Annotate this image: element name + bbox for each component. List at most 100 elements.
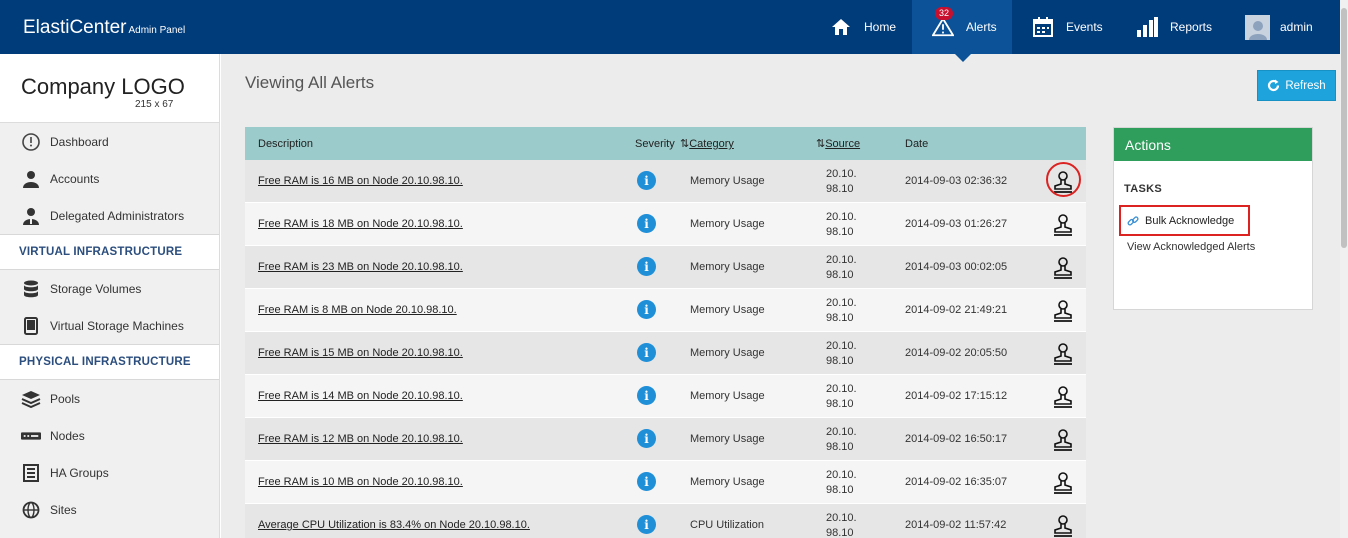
database-icon — [21, 279, 41, 299]
link-icon — [1127, 215, 1139, 227]
bulk-acknowledge-link[interactable]: Bulk Acknowledge — [1119, 205, 1250, 236]
scrollbar-thumb[interactable] — [1341, 8, 1347, 248]
acknowledge-stamp-icon[interactable] — [1051, 471, 1075, 495]
refresh-icon — [1267, 79, 1280, 92]
table-row: Free RAM is 16 MB on Node 20.10.98.10. i M… — [245, 160, 1086, 203]
col-date: Date — [905, 137, 929, 150]
actions-panel: Actions TASKS Bulk Acknowledge View Ackn… — [1113, 127, 1313, 310]
nav-reports[interactable]: Reports — [1136, 0, 1226, 54]
sidebar-item-sites[interactable]: Sites — [0, 491, 219, 528]
sort-icon: ⇅ — [816, 138, 826, 150]
alert-source: 20.10.98.10 — [826, 383, 857, 410]
table-row: Free RAM is 14 MB on Node 20.10.98.10. i M… — [245, 375, 1086, 418]
sidebar-item-delegated-administrators[interactable]: Delegated Administrators — [0, 197, 219, 234]
alert-date: 2014-09-02 16:50:17 — [905, 433, 1008, 445]
nav-events[interactable]: Events — [1032, 0, 1122, 54]
sidebar-item-dashboard[interactable]: Dashboard — [0, 123, 219, 160]
brand[interactable]: ElastiCenter Admin Panel — [23, 17, 185, 39]
alert-category: Memory Usage — [690, 261, 765, 273]
table-row: Free RAM is 8 MB on Node 20.10.98.10. i Me… — [245, 289, 1086, 332]
alert-date: 2014-09-03 02:36:32 — [905, 175, 1008, 187]
info-icon: i — [637, 300, 656, 319]
alert-source: 20.10.98.10 — [826, 469, 857, 496]
alert-category: Memory Usage — [690, 347, 765, 359]
sidebar-item-ha-groups[interactable]: HA Groups — [0, 454, 219, 491]
alert-category: Memory Usage — [690, 304, 765, 316]
acknowledge-stamp-icon[interactable] — [1051, 213, 1075, 237]
alert-description-link[interactable]: Free RAM is 8 MB on Node 20.10.98.10. — [258, 304, 457, 316]
acknowledge-stamp-icon[interactable] — [1051, 256, 1075, 280]
nav-alerts[interactable]: Alerts — [912, 0, 1012, 54]
sidebar-item-label: Delegated Administrators — [50, 208, 185, 223]
sidebar-item-label: Accounts — [50, 171, 100, 186]
user-icon — [21, 169, 41, 189]
tablet-icon — [21, 316, 41, 336]
sort-icon: ⇅ — [680, 138, 690, 150]
sidebar: Company LOGO 215 x 67 Dashboard Accounts… — [0, 54, 220, 538]
tasks-heading: TASKS — [1124, 183, 1162, 195]
bar-chart-icon — [1136, 16, 1158, 38]
alert-date: 2014-09-02 21:49:21 — [905, 304, 1008, 316]
refresh-button[interactable]: Refresh — [1257, 70, 1336, 101]
alert-description-link[interactable]: Average CPU Utilization is 83.4% on Node… — [258, 519, 530, 531]
actions-title: Actions — [1114, 128, 1312, 161]
alert-description-link[interactable]: Free RAM is 16 MB on Node 20.10.98.10. — [258, 175, 463, 187]
acknowledge-stamp-icon[interactable] — [1051, 299, 1075, 323]
table-body: Free RAM is 16 MB on Node 20.10.98.10. i M… — [245, 160, 1086, 538]
window-scrollbar[interactable] — [1340, 0, 1348, 538]
sidebar-item-storage-volumes[interactable]: Storage Volumes — [0, 270, 219, 307]
main-content: Viewing All Alerts Refresh Description S… — [221, 54, 1340, 538]
col-category: Category — [689, 138, 734, 150]
sidebar-item-accounts[interactable]: Accounts — [0, 160, 219, 197]
active-nav-pointer — [955, 54, 971, 62]
bulk-acknowledge-label: Bulk Acknowledge — [1145, 214, 1235, 227]
top-bar: ElastiCenter Admin Panel Home Alerts 32 E… — [0, 0, 1340, 54]
home-icon — [830, 16, 852, 38]
alert-date: 2014-09-02 11:57:42 — [905, 519, 1007, 531]
user-name: admin — [1280, 20, 1313, 34]
info-icon: i — [637, 171, 656, 190]
table-row: Free RAM is 10 MB on Node 20.10.98.10. i M… — [245, 461, 1086, 504]
col-description: Description — [258, 137, 314, 150]
sidebar-item-pools[interactable]: Pools — [0, 380, 219, 417]
nav-home[interactable]: Home — [830, 0, 910, 54]
col-source: Source — [825, 138, 861, 150]
sidebar-item-nodes[interactable]: Nodes — [0, 417, 219, 454]
alert-source: 20.10.98.10 — [826, 254, 857, 281]
sidebar-section-virtual: VIRTUAL INFRASTRUCTURE — [0, 234, 219, 270]
sidebar-item-label: HA Groups — [50, 465, 109, 480]
sidebar-section-physical: PHYSICAL INFRASTRUCTURE — [0, 344, 219, 380]
sidebar-item-label: Storage Volumes — [50, 281, 142, 296]
alert-description-link[interactable]: Free RAM is 23 MB on Node 20.10.98.10. — [258, 261, 463, 273]
acknowledge-stamp-icon[interactable] — [1051, 428, 1075, 452]
table-row: Free RAM is 15 MB on Node 20.10.98.10. i M… — [245, 332, 1086, 375]
table-header: Description Severity ⇅Category ⇅Source D… — [245, 127, 1086, 160]
acknowledge-stamp-icon[interactable] — [1051, 342, 1075, 366]
alert-category: CPU Utilization — [690, 519, 764, 531]
alert-date: 2014-09-03 00:02:05 — [905, 261, 1008, 273]
alert-category: Memory Usage — [690, 390, 765, 402]
globe-icon — [21, 500, 41, 520]
alert-source: 20.10.98.10 — [826, 211, 857, 238]
col-category-sort[interactable]: ⇅Category — [680, 137, 734, 150]
nav-home-label: Home — [864, 20, 897, 34]
alert-source: 20.10.98.10 — [826, 512, 857, 538]
col-source-sort[interactable]: ⇅Source — [816, 137, 860, 150]
view-acknowledged-alerts-link[interactable]: View Acknowledged Alerts — [1127, 241, 1255, 253]
alert-description-link[interactable]: Free RAM is 15 MB on Node 20.10.98.10. — [258, 347, 463, 359]
nav-alerts-label: Alerts — [966, 20, 997, 34]
alert-description-link[interactable]: Free RAM is 18 MB on Node 20.10.98.10. — [258, 218, 463, 230]
acknowledge-stamp-icon[interactable] — [1051, 514, 1075, 538]
acknowledge-stamp-icon[interactable] — [1051, 385, 1075, 409]
alert-description-link[interactable]: Free RAM is 14 MB on Node 20.10.98.10. — [258, 390, 463, 402]
nav-user-menu[interactable]: admin — [1245, 0, 1340, 54]
page-title: Viewing All Alerts — [245, 73, 375, 92]
alert-description-link[interactable]: Free RAM is 12 MB on Node 20.10.98.10. — [258, 433, 463, 445]
alert-description-link[interactable]: Free RAM is 10 MB on Node 20.10.98.10. — [258, 476, 463, 488]
sidebar-item-virtual-storage-machines[interactable]: Virtual Storage Machines — [0, 307, 219, 344]
server-icon — [21, 426, 41, 446]
admin-user-icon — [21, 206, 41, 226]
alert-source: 20.10.98.10 — [826, 297, 857, 324]
info-icon: i — [637, 472, 656, 491]
highlight-circle — [1046, 162, 1081, 197]
